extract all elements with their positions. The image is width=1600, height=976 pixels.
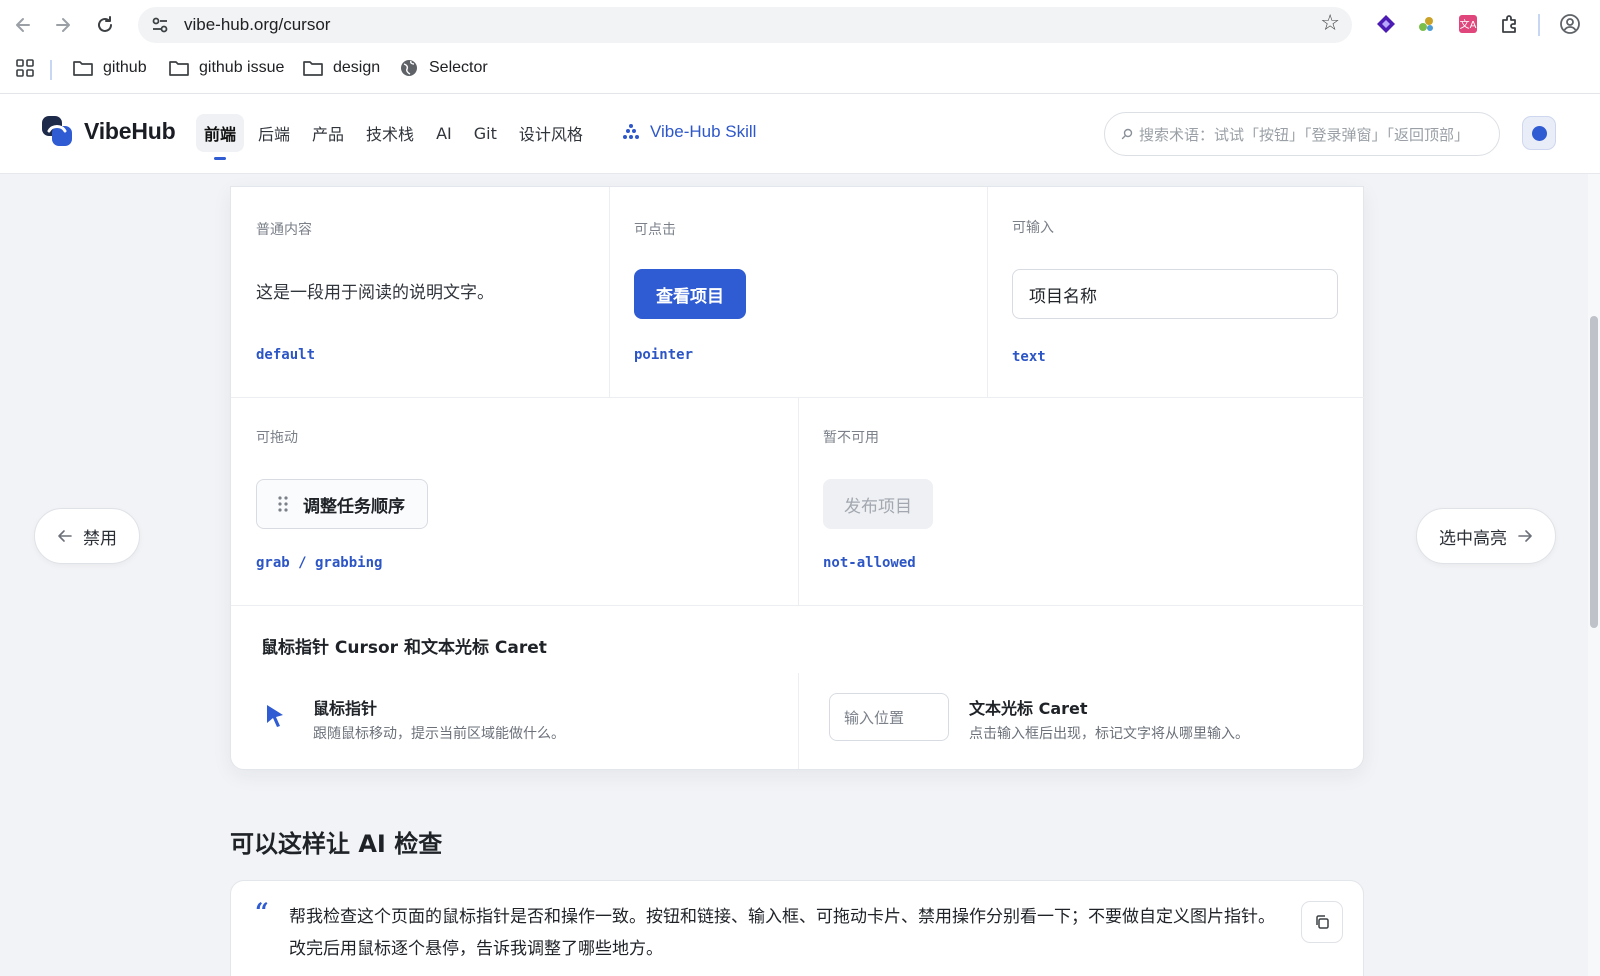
next-page-label: 选中高亮 — [1439, 528, 1507, 549]
draggable-card-label: 调整任务顺序 — [303, 496, 405, 517]
bookmark-star-icon[interactable]: ☆ — [1320, 13, 1340, 35]
bookmark-label: design — [333, 59, 381, 76]
bookmarks-bar: github github issue design Selector — [0, 52, 1600, 86]
divider — [609, 187, 610, 397]
pointer-cell-label: 可点击 — [634, 222, 676, 238]
pointer-item-title: 鼠标指针 — [313, 699, 378, 718]
logo-text: VibeHub — [84, 117, 176, 144]
grab-cell-label: 可拖动 — [256, 430, 298, 446]
folder-icon — [73, 61, 93, 76]
ai-prompt-card: “ 帮我检查这个页面的鼠标指针是否和操作一致。按钮和链接、输入框、可拖动卡片、禁… — [230, 880, 1364, 976]
cursor-caret-title: 鼠标指针 Cursor 和文本光标 Caret — [261, 638, 547, 658]
folder-icon — [169, 61, 189, 76]
nav-item-frontend[interactable]: 前端 — [196, 114, 245, 160]
theme-toggle-button[interactable] — [1522, 116, 1556, 150]
pointer-item-desc: 跟随鼠标移动，提示当前区域能做什么。 — [313, 726, 565, 742]
vibe-hub-skill-link[interactable]: Vibe-Hub Skill — [622, 122, 756, 142]
ai-check-heading: 可以这样让 AI 检查 — [230, 830, 443, 858]
arrow-left-icon — [58, 530, 72, 542]
divider — [987, 187, 988, 397]
text-cell-label: 可输入 — [1012, 220, 1054, 236]
caret-item-desc: 点击输入框后出现，标记文字将从哪里输入。 — [969, 726, 1249, 742]
site-header: VibeHub 前端 后端 产品 技术栈 AI Git 设计风格 Vibe-Hu… — [0, 94, 1600, 174]
extension-diamond-icon[interactable] — [1374, 12, 1398, 36]
bookmark-label: github — [103, 59, 147, 76]
forward-icon[interactable] — [48, 10, 78, 40]
bookmark-label: github issue — [199, 59, 285, 76]
skill-label: Vibe-Hub Skill — [650, 122, 757, 141]
skill-pyramid-icon — [623, 124, 639, 139]
profile-icon[interactable] — [1558, 12, 1582, 36]
vibehub-logo-icon — [42, 116, 72, 146]
prev-page-label: 禁用 — [83, 528, 117, 549]
grab-cursor-code: grab / grabbing — [256, 555, 383, 571]
caret-item-title: 文本光标 Caret — [969, 699, 1088, 718]
nav-item-product[interactable]: 产品 — [304, 114, 352, 152]
extensions-puzzle-icon[interactable] — [1498, 12, 1522, 36]
caret-demo-input[interactable]: 输入位置 — [829, 693, 949, 741]
bookmark-github[interactable]: github — [72, 58, 147, 78]
nav-item-ai[interactable]: AI — [428, 114, 460, 152]
divider — [798, 673, 799, 769]
mouse-pointer-icon — [267, 705, 283, 727]
not-allowed-cursor-code: not-allowed — [823, 555, 916, 571]
extension-translate-icon[interactable]: 文A — [1456, 12, 1480, 36]
reload-icon[interactable] — [90, 10, 120, 40]
default-demo-text: 这是一段用于阅读的说明文字。 — [256, 283, 494, 303]
pointer-cursor-code: pointer — [634, 347, 694, 363]
text-cursor-code: text — [1012, 349, 1046, 365]
page-scrollbar-thumb[interactable] — [1590, 316, 1598, 628]
next-page-button[interactable]: 选中高亮 — [1416, 508, 1556, 564]
folder-icon — [303, 61, 323, 76]
bookmark-github-issue[interactable]: github issue — [168, 58, 284, 78]
toolbar-divider — [1538, 14, 1540, 36]
apps-grid-icon[interactable] — [14, 58, 36, 78]
search-input[interactable] — [1139, 123, 1489, 147]
ai-prompt-text: 帮我检查这个页面的鼠标指针是否和操作一致。按钮和链接、输入框、可拖动卡片、禁用操… — [289, 907, 1275, 959]
globe-icon — [401, 60, 417, 76]
copy-button[interactable] — [1301, 901, 1343, 943]
publish-project-button-disabled[interactable]: 发布项目 — [823, 479, 933, 529]
nav-item-design-style[interactable]: 设计风格 — [511, 114, 591, 152]
project-name-input[interactable]: 项目名称 — [1012, 269, 1338, 319]
theme-dot-icon — [1531, 125, 1547, 141]
bookmark-selector[interactable]: Selector — [398, 58, 488, 78]
nav-item-backend[interactable]: 后端 — [250, 114, 298, 152]
default-cell-label: 普通内容 — [256, 222, 312, 238]
extension-link-icon[interactable] — [1414, 12, 1438, 36]
address-bar[interactable]: vibe-hub.org/cursor ☆ — [138, 7, 1352, 43]
site-settings-icon[interactable] — [150, 15, 170, 35]
prev-page-button[interactable]: 禁用 — [34, 508, 140, 564]
draggable-task-card[interactable]: 调整任务顺序 — [256, 479, 428, 529]
bookmarks-divider — [50, 60, 52, 80]
arrow-right-icon — [1518, 530, 1532, 542]
browser-chrome: vibe-hub.org/cursor ☆ 文A github github i… — [0, 0, 1600, 94]
quote-mark-icon: “ — [255, 897, 269, 926]
view-project-button[interactable]: 查看项目 — [634, 269, 746, 319]
search-box[interactable] — [1104, 112, 1500, 156]
site-logo[interactable]: VibeHub — [40, 114, 176, 148]
nav-item-tech-stack[interactable]: 技术栈 — [358, 114, 422, 152]
search-icon — [1121, 128, 1133, 140]
nav-item-git[interactable]: Git — [466, 114, 505, 152]
main-nav: 前端 后端 产品 技术栈 AI Git 设计风格 — [196, 114, 591, 160]
cursor-demo-card: 普通内容 这是一段用于阅读的说明文字。 default 可点击 查看项目 poi… — [230, 186, 1365, 770]
back-icon[interactable] — [8, 10, 38, 40]
divider — [231, 605, 1365, 606]
copy-icon — [1316, 915, 1329, 929]
bookmark-design[interactable]: design — [302, 58, 380, 78]
not-allowed-cell-label: 暂不可用 — [823, 430, 879, 446]
default-cursor-code: default — [256, 347, 316, 363]
bookmark-label: Selector — [429, 59, 488, 76]
svg-text:文A: 文A — [1460, 18, 1477, 31]
url-text[interactable]: vibe-hub.org/cursor — [184, 15, 330, 35]
divider — [798, 397, 799, 605]
drag-handle-icon[interactable] — [277, 494, 289, 514]
